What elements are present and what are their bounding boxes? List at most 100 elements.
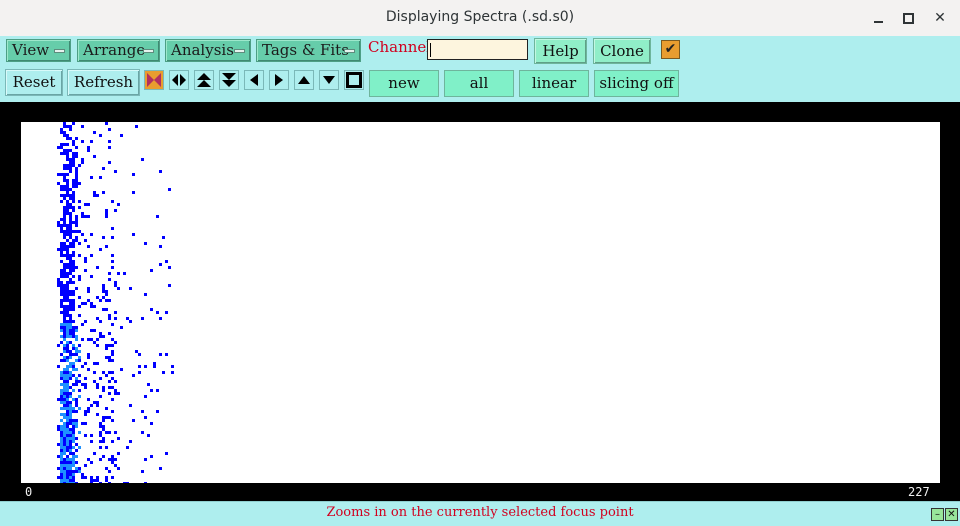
spectrum-pixel xyxy=(66,479,69,482)
spectrum-pixel xyxy=(162,371,165,374)
spectrum-pixel xyxy=(60,377,63,380)
spectrum-pixel xyxy=(69,437,72,440)
spectrum-pixel xyxy=(72,407,75,410)
scroll-down-button[interactable] xyxy=(319,70,339,90)
spectrum-pixel xyxy=(63,398,66,401)
spectrum-pixel xyxy=(75,404,78,407)
spectrum-pixel xyxy=(57,443,60,446)
expand-up-button[interactable] xyxy=(194,70,214,90)
spectrum-pixel xyxy=(63,293,66,296)
slicing-button[interactable]: slicing off xyxy=(594,70,679,97)
spectrum-pixel xyxy=(108,332,111,335)
spectrum-pixel xyxy=(72,431,75,434)
expand-horizontal-button[interactable] xyxy=(169,70,189,90)
view-menu[interactable]: View xyxy=(6,39,71,62)
spectrum-pixel xyxy=(66,227,69,230)
channel-input[interactable] xyxy=(427,39,528,60)
spectrum-pixel xyxy=(105,407,108,410)
spectrum-pixel xyxy=(63,212,66,215)
spectrum-pixel xyxy=(99,377,102,380)
spectrum-pixel xyxy=(60,476,63,479)
spectrum-pixel xyxy=(99,320,102,323)
arrange-menu[interactable]: Arrange xyxy=(77,39,160,62)
spectrum-pixel xyxy=(57,221,60,224)
spectrum-pixel xyxy=(69,404,72,407)
status-minimize-button[interactable]: – xyxy=(931,508,944,521)
maximize-button[interactable] xyxy=(898,8,918,28)
spectrum-pixel xyxy=(66,368,69,371)
spectrum-pixel xyxy=(111,476,114,479)
scroll-right-button[interactable] xyxy=(269,70,289,90)
spectrum-pixel xyxy=(72,437,75,440)
toggle-checkbox[interactable]: ✔ xyxy=(661,40,680,59)
spectrum-pixel xyxy=(90,302,93,305)
expand-down-button[interactable] xyxy=(219,70,239,90)
spectrum-pixel xyxy=(120,368,123,371)
spectrum-pixel xyxy=(99,446,102,449)
spectrum-pixel xyxy=(63,422,66,425)
spectrum-pixel xyxy=(84,476,87,479)
spectrum-pixel xyxy=(111,260,114,263)
spectrum-pixel xyxy=(81,125,84,128)
focus-zoom-button[interactable] xyxy=(144,70,164,90)
reset-button[interactable]: Reset xyxy=(5,69,63,96)
spectrum-pixel xyxy=(105,416,108,419)
spectrum-canvas[interactable] xyxy=(21,122,940,483)
spectrum-pixel xyxy=(66,329,69,332)
spectrum-pixel xyxy=(132,374,135,377)
spectrum-pixel xyxy=(72,122,75,125)
linear-button[interactable]: linear xyxy=(519,70,589,97)
spectrum-pixel xyxy=(63,185,66,188)
help-button[interactable]: Help xyxy=(534,38,587,64)
spectrum-pixel xyxy=(60,248,63,251)
spectrum-pixel xyxy=(144,395,147,398)
spectrum-pixel xyxy=(66,380,69,383)
scroll-left-button[interactable] xyxy=(244,70,264,90)
spectrum-pixel xyxy=(93,155,96,158)
minimize-button[interactable] xyxy=(868,8,888,28)
spectrum-pixel xyxy=(57,428,60,431)
spectrum-pixel xyxy=(60,224,63,227)
spectrum-pixel xyxy=(93,479,96,482)
spectrum-pixel xyxy=(63,266,66,269)
spectrum-pixel xyxy=(63,272,66,275)
spectrum-pixel xyxy=(66,413,69,416)
spectrum-pixel xyxy=(66,182,69,185)
spectrum-pixel xyxy=(75,287,78,290)
spectrum-pixel xyxy=(72,410,75,413)
spectrum-pixel xyxy=(66,446,69,449)
analysis-menu[interactable]: Analysis xyxy=(165,39,251,62)
spectrum-pixel xyxy=(90,338,93,341)
spectrum-pixel xyxy=(75,383,78,386)
scroll-up-button[interactable] xyxy=(294,70,314,90)
spectrum-pixel xyxy=(66,416,69,419)
spectrum-pixel xyxy=(60,398,63,401)
spectrum-pixel xyxy=(60,146,63,149)
spectrum-pixel xyxy=(72,365,75,368)
spectrum-pixel xyxy=(72,281,75,284)
spectrum-pixel xyxy=(63,407,66,410)
spectrum-pixel xyxy=(72,374,75,377)
status-close-button[interactable]: ✕ xyxy=(945,508,958,521)
spectrum-pixel xyxy=(69,218,72,221)
spectrum-pixel xyxy=(171,371,174,374)
spectrum-pixel xyxy=(72,302,75,305)
spectrum-pixel xyxy=(78,395,81,398)
close-button[interactable]: ✕ xyxy=(930,8,950,28)
all-button[interactable]: all xyxy=(444,70,514,97)
spectrum-pixel xyxy=(60,449,63,452)
spectrum-pixel xyxy=(69,212,72,215)
box-button[interactable] xyxy=(344,70,364,90)
spectrum-pixel xyxy=(63,344,66,347)
spectrum-pixel xyxy=(84,269,87,272)
spectrum-pixel xyxy=(66,203,69,206)
spectrum-pixel xyxy=(66,347,69,350)
spectrum-pixel xyxy=(60,128,63,131)
spectrum-pixel xyxy=(78,254,81,257)
clone-button[interactable]: Clone xyxy=(593,38,651,64)
new-button[interactable]: new xyxy=(369,70,439,97)
spectrum-pixel xyxy=(105,446,108,449)
tags-fits-menu[interactable]: Tags & Fits xyxy=(256,39,361,62)
spectrum-pixel xyxy=(111,338,114,341)
refresh-button[interactable]: Refresh xyxy=(67,69,140,96)
